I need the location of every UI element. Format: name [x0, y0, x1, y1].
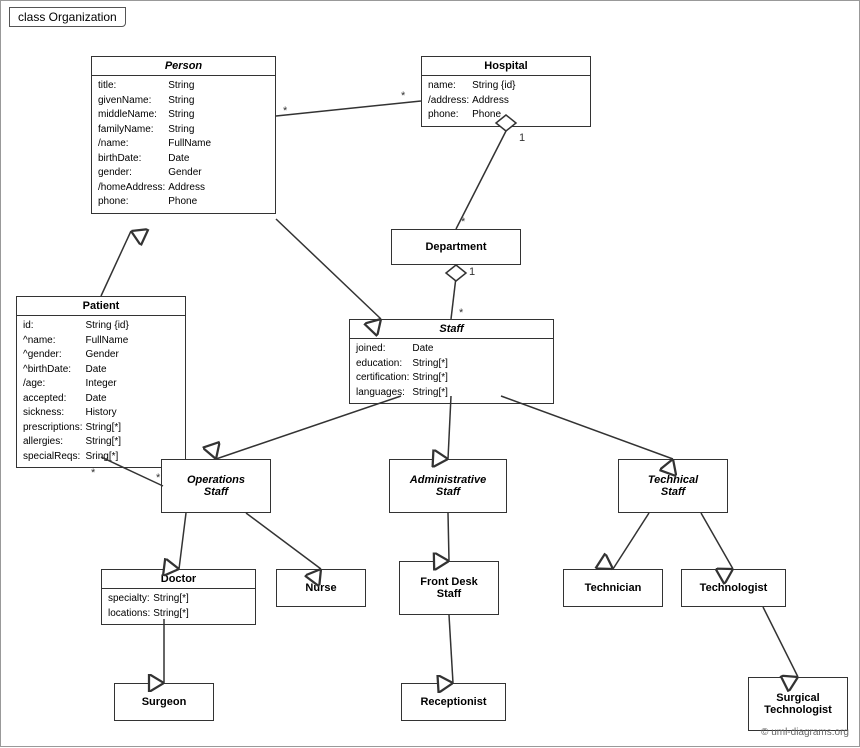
person-attrs: title:String givenName:String middleName…: [92, 76, 275, 213]
class-nurse: Nurse: [276, 569, 366, 607]
class-doctor: Doctor specialty:String[*] locations:Str…: [101, 569, 256, 625]
class-receptionist: Receptionist: [401, 683, 506, 721]
patient-name: Patient: [17, 297, 185, 316]
class-surgeon: Surgeon: [114, 683, 214, 721]
class-administrative-staff: Administrative Staff: [389, 459, 507, 513]
class-technical-staff: Technical Staff: [618, 459, 728, 513]
svg-text:1: 1: [519, 132, 525, 144]
staff-attrs: joined:Date education:String[*] certific…: [350, 339, 553, 403]
class-staff: Staff joined:Date education:String[*] ce…: [349, 319, 554, 404]
svg-text:*: *: [91, 467, 96, 479]
svg-text:1: 1: [469, 266, 475, 278]
svg-text:*: *: [461, 216, 466, 228]
class-technician: Technician: [563, 569, 663, 607]
hospital-name: Hospital: [422, 57, 590, 76]
diagram-title: class Organization: [9, 7, 126, 27]
svg-text:*: *: [283, 105, 288, 117]
class-person: Person title:String givenName:String mid…: [91, 56, 276, 214]
staff-name: Staff: [350, 320, 553, 339]
diagram-container: class Organization Person title:String g…: [0, 0, 860, 747]
class-technologist: Technologist: [681, 569, 786, 607]
class-operations-staff: Operations Staff: [161, 459, 271, 513]
class-front-desk-staff: Front Desk Staff: [399, 561, 499, 615]
hospital-attrs: name:String {id} /address:Address phone:…: [422, 76, 590, 126]
person-name: Person: [92, 57, 275, 76]
doctor-attrs: specialty:String[*] locations:String[*]: [102, 589, 255, 624]
class-hospital: Hospital name:String {id} /address:Addre…: [421, 56, 591, 127]
svg-text:*: *: [401, 90, 406, 102]
patient-attrs: id:String {id} ^name:FullName ^gender:Ge…: [17, 316, 185, 467]
svg-text:*: *: [459, 307, 464, 319]
class-department: Department: [391, 229, 521, 265]
class-patient: Patient id:String {id} ^name:FullName ^g…: [16, 296, 186, 468]
copyright: © uml-diagrams.org: [761, 727, 849, 738]
doctor-name: Doctor: [102, 570, 255, 589]
class-surgical-technologist: Surgical Technologist: [748, 677, 848, 731]
